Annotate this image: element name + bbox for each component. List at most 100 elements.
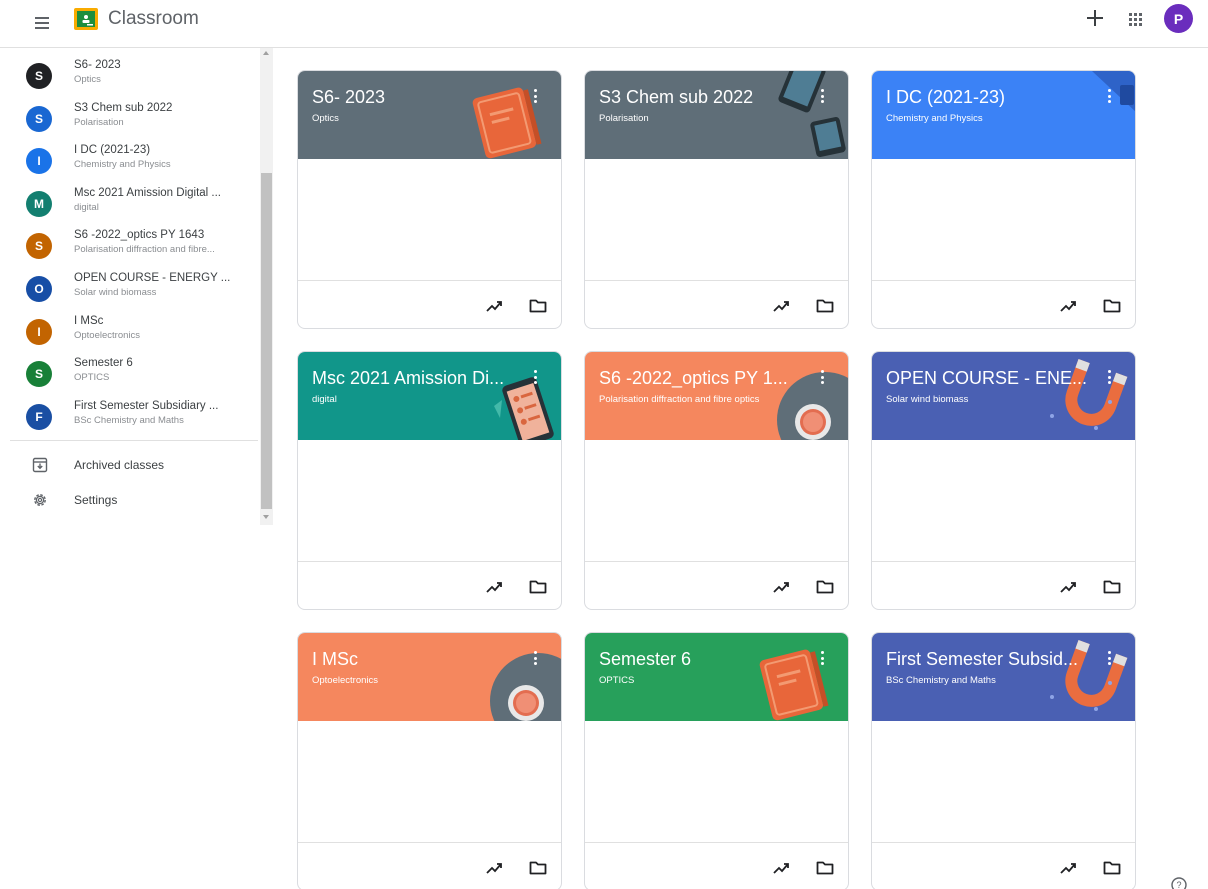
class-card[interactable]: Semester 6 OPTICS bbox=[584, 632, 849, 889]
class-card-section[interactable]: BSc Chemistry and Maths bbox=[886, 675, 1091, 686]
class-card-title[interactable]: I MSc bbox=[312, 649, 517, 670]
google-apps-grid-icon[interactable] bbox=[1124, 8, 1146, 30]
sidebar-class-item[interactable]: S S6- 2023 Optics bbox=[10, 54, 258, 97]
class-name: First Semester Subsidiary ... bbox=[74, 399, 219, 412]
sidebar-item-label: Settings bbox=[74, 493, 118, 507]
class-card-header[interactable]: First Semester Subsid... BSc Chemistry an… bbox=[872, 633, 1135, 721]
class-card-section[interactable]: Optoelectronics bbox=[312, 675, 517, 686]
scrollbar-thumb[interactable] bbox=[261, 173, 272, 509]
class-card-header[interactable]: OPEN COURSE - ENE... Solar wind biomass bbox=[872, 352, 1135, 440]
trending-up-icon[interactable] bbox=[1058, 577, 1078, 597]
class-card-footer bbox=[872, 280, 1135, 328]
sidebar-class-item[interactable]: S S3 Chem sub 2022 Polarisation bbox=[10, 97, 258, 140]
folder-icon[interactable] bbox=[815, 296, 835, 316]
main-menu-button[interactable] bbox=[30, 10, 56, 36]
class-card-section[interactable]: digital bbox=[312, 394, 517, 405]
folder-icon[interactable] bbox=[528, 858, 548, 878]
class-card[interactable]: First Semester Subsid... BSc Chemistry an… bbox=[871, 632, 1136, 889]
class-card-title[interactable]: Semester 6 bbox=[599, 649, 804, 670]
class-card-header[interactable]: I DC (2021-23) Chemistry and Physics bbox=[872, 71, 1135, 159]
class-card-title[interactable]: Msc 2021 Amission Di... bbox=[312, 368, 517, 389]
class-avatar: S bbox=[26, 361, 52, 388]
folder-icon[interactable] bbox=[1102, 577, 1122, 597]
more-options-icon[interactable] bbox=[817, 368, 829, 386]
class-card-footer bbox=[585, 280, 848, 328]
trending-up-icon[interactable] bbox=[1058, 296, 1078, 316]
class-card-title[interactable]: S6- 2023 bbox=[312, 87, 517, 108]
class-card-section[interactable]: Optics bbox=[312, 113, 517, 124]
class-card-section[interactable]: Polarisation diffraction and fibre optic… bbox=[599, 394, 804, 405]
scroll-down-arrow-icon[interactable] bbox=[263, 515, 269, 519]
class-card[interactable]: S6 -2022_optics PY 1... Polarisation diff… bbox=[584, 351, 849, 610]
class-card-title[interactable]: S3 Chem sub 2022 bbox=[599, 87, 804, 108]
folder-icon[interactable] bbox=[1102, 858, 1122, 878]
folder-icon[interactable] bbox=[815, 858, 835, 878]
class-card-header[interactable]: Semester 6 OPTICS bbox=[585, 633, 848, 721]
scroll-up-arrow-icon[interactable] bbox=[263, 51, 269, 55]
hamburger-icon-bar bbox=[35, 17, 49, 19]
more-options-icon[interactable] bbox=[817, 87, 829, 105]
more-options-icon[interactable] bbox=[1104, 87, 1116, 105]
class-card-footer bbox=[298, 561, 561, 609]
svg-text:?: ? bbox=[1176, 880, 1181, 889]
class-card-header[interactable]: S3 Chem sub 2022 Polarisation bbox=[585, 71, 848, 159]
help-icon[interactable]: ? bbox=[1170, 876, 1188, 889]
sidebar-class-item[interactable]: I I MSc Optoelectronics bbox=[10, 310, 258, 353]
class-card[interactable]: S3 Chem sub 2022 Polarisation bbox=[584, 70, 849, 329]
class-card-section[interactable]: Chemistry and Physics bbox=[886, 113, 1091, 124]
folder-icon[interactable] bbox=[815, 577, 835, 597]
class-section: Optics bbox=[74, 74, 101, 85]
class-card[interactable]: I MSc Optoelectronics bbox=[297, 632, 562, 889]
sidebar-class-item[interactable]: F First Semester Subsidiary ... BSc Chemis… bbox=[10, 395, 258, 438]
trending-up-icon[interactable] bbox=[484, 858, 504, 878]
trending-up-icon[interactable] bbox=[484, 296, 504, 316]
class-section: Polarisation diffraction and fibre... bbox=[74, 244, 215, 256]
more-options-icon[interactable] bbox=[1104, 649, 1116, 667]
create-join-class-plus-icon[interactable] bbox=[1083, 6, 1107, 30]
class-card-section[interactable]: Polarisation bbox=[599, 113, 804, 124]
trending-up-icon[interactable] bbox=[1058, 858, 1078, 878]
folder-icon[interactable] bbox=[1102, 296, 1122, 316]
class-card-footer bbox=[298, 280, 561, 328]
class-card-section[interactable]: OPTICS bbox=[599, 675, 804, 686]
sidebar-item-label: Archived classes bbox=[74, 458, 165, 472]
class-avatar: S bbox=[26, 63, 52, 89]
class-card-header[interactable]: S6 -2022_optics PY 1... Polarisation diff… bbox=[585, 352, 848, 440]
class-card-section[interactable]: Solar wind biomass bbox=[886, 394, 1091, 405]
more-options-icon[interactable] bbox=[530, 87, 542, 105]
sidebar-class-item[interactable]: S S6 -2022_optics PY 1643 Polarisation dif… bbox=[10, 224, 258, 267]
sidebar-class-item[interactable]: I I DC (2021-23) Chemistry and Physics bbox=[10, 139, 258, 182]
class-card[interactable]: I DC (2021-23) Chemistry and Physics bbox=[871, 70, 1136, 329]
sidebar-scrollbar[interactable] bbox=[260, 48, 273, 525]
trending-up-icon[interactable] bbox=[484, 577, 504, 597]
more-options-icon[interactable] bbox=[530, 368, 542, 386]
class-avatar: O bbox=[26, 275, 52, 302]
trending-up-icon[interactable] bbox=[771, 858, 791, 878]
sidebar-class-item[interactable]: O OPEN COURSE - ENERGY ... Solar wind biom… bbox=[10, 267, 258, 310]
sidebar-item-settings[interactable]: Settings bbox=[10, 484, 258, 516]
class-card-header[interactable]: S6- 2023 Optics bbox=[298, 71, 561, 159]
folder-icon[interactable] bbox=[528, 296, 548, 316]
sidebar-item-archived-classes[interactable]: Archived classes bbox=[10, 449, 258, 481]
classroom-logo-icon[interactable] bbox=[74, 8, 98, 30]
trending-up-icon[interactable] bbox=[771, 296, 791, 316]
class-card[interactable]: OPEN COURSE - ENE... Solar wind biomass bbox=[871, 351, 1136, 610]
account-avatar[interactable]: P bbox=[1164, 4, 1193, 33]
trending-up-icon[interactable] bbox=[771, 577, 791, 597]
app-title[interactable]: Classroom bbox=[108, 8, 199, 30]
class-name: S6- 2023 bbox=[74, 59, 121, 71]
sidebar-class-item[interactable]: M Msc 2021 Amission Digital ... digital bbox=[10, 182, 258, 225]
class-card-title[interactable]: First Semester Subsid... bbox=[886, 649, 1091, 670]
more-options-icon[interactable] bbox=[1104, 368, 1116, 386]
folder-icon[interactable] bbox=[528, 577, 548, 597]
more-options-icon[interactable] bbox=[817, 649, 829, 667]
more-options-icon[interactable] bbox=[530, 649, 542, 667]
class-card-header[interactable]: Msc 2021 Amission Di... digital bbox=[298, 352, 561, 440]
class-card-header[interactable]: I MSc Optoelectronics bbox=[298, 633, 561, 721]
class-card-title[interactable]: I DC (2021-23) bbox=[886, 87, 1091, 108]
sidebar-class-item[interactable]: S Semester 6 OPTICS bbox=[10, 352, 258, 395]
class-card-title[interactable]: OPEN COURSE - ENE... bbox=[886, 368, 1091, 389]
class-card[interactable]: S6- 2023 Optics bbox=[297, 70, 562, 329]
class-card-title[interactable]: S6 -2022_optics PY 1... bbox=[599, 368, 804, 389]
class-card[interactable]: Msc 2021 Amission Di... digital bbox=[297, 351, 562, 610]
